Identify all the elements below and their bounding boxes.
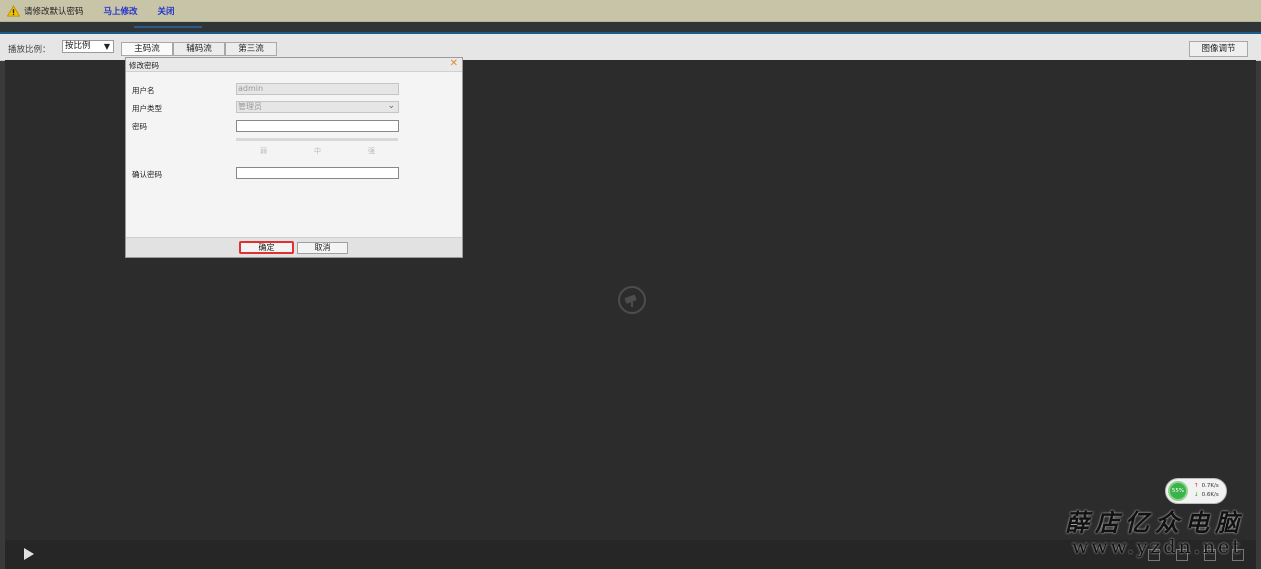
chevron-down-icon: ▼ [103,42,110,51]
warning-icon [7,4,20,16]
modify-now-link[interactable]: 马上修改 [104,5,138,17]
upload-speed: 0.7K/s [1201,483,1219,489]
confirm-password-label: 确认密码 [132,170,162,179]
usertype-value: 管理员 [238,102,262,111]
username-label: 用户名 [132,86,155,95]
dialog-titlebar: 修改密码 ✕ [126,58,462,72]
dialog-footer: 确定 取消 [126,237,462,257]
download-speed: 0.6K/s [1201,492,1219,498]
arrow-down-icon: ↓ [1194,492,1199,498]
camera-icon [618,286,646,314]
chevron-down-icon: ⌄ [387,101,395,111]
ratio-label: 播放比例： [8,45,51,55]
cancel-button[interactable]: 取消 [297,242,348,254]
password-label: 密码 [132,122,147,131]
download-row: ↓ 0.6K/s [1194,492,1219,498]
tab-main-stream[interactable]: 主码流 [121,42,173,56]
upload-row: ↑ 0.7K/s [1194,483,1219,489]
image-adjust-button[interactable]: 图像调节 [1189,41,1248,57]
close-warning-link[interactable]: 关闭 [158,5,175,17]
watermark-title: 薛店亿众电脑 [1065,508,1245,537]
playback-controls [5,540,1256,569]
ratio-select[interactable]: 按比例 ▼ [62,40,114,53]
password-field[interactable] [236,120,399,132]
app-header [0,22,1261,32]
usertype-select[interactable]: 管理员 ⌄ [236,101,399,113]
network-percent: 55% [1168,481,1188,501]
arrow-up-icon: ↑ [1194,483,1199,489]
usertype-label: 用户类型 [132,104,162,113]
tab-sub-stream[interactable]: 辅码流 [173,42,225,56]
username-field: admin [236,83,399,95]
password-strength-bar [236,138,398,141]
tab-third-stream[interactable]: 第三流 [225,42,277,56]
ok-button[interactable]: 确定 [239,241,294,254]
warning-message: 请修改默认密码 [24,6,84,17]
confirm-password-field[interactable] [236,167,399,179]
active-nav-indicator [134,26,202,28]
dialog-title: 修改密码 [129,61,159,70]
strength-strong: 强 [368,147,375,155]
strength-medium: 中 [314,147,321,155]
close-icon[interactable]: ✕ [450,58,458,69]
play-icon[interactable] [24,548,34,560]
warning-bar: 请修改默认密码 马上修改 关闭 [0,0,1261,22]
network-speed-widget: 55% ↑ 0.7K/s ↓ 0.6K/s [1165,478,1227,504]
watermark-url: www.yzdn.net [1072,536,1243,558]
strength-weak: 弱 [260,147,267,155]
ratio-select-value: 按比例 [65,41,91,51]
change-password-dialog: 修改密码 ✕ 用户名 admin 用户类型 管理员 ⌄ 密码 弱 中 强 确认密… [125,57,463,258]
